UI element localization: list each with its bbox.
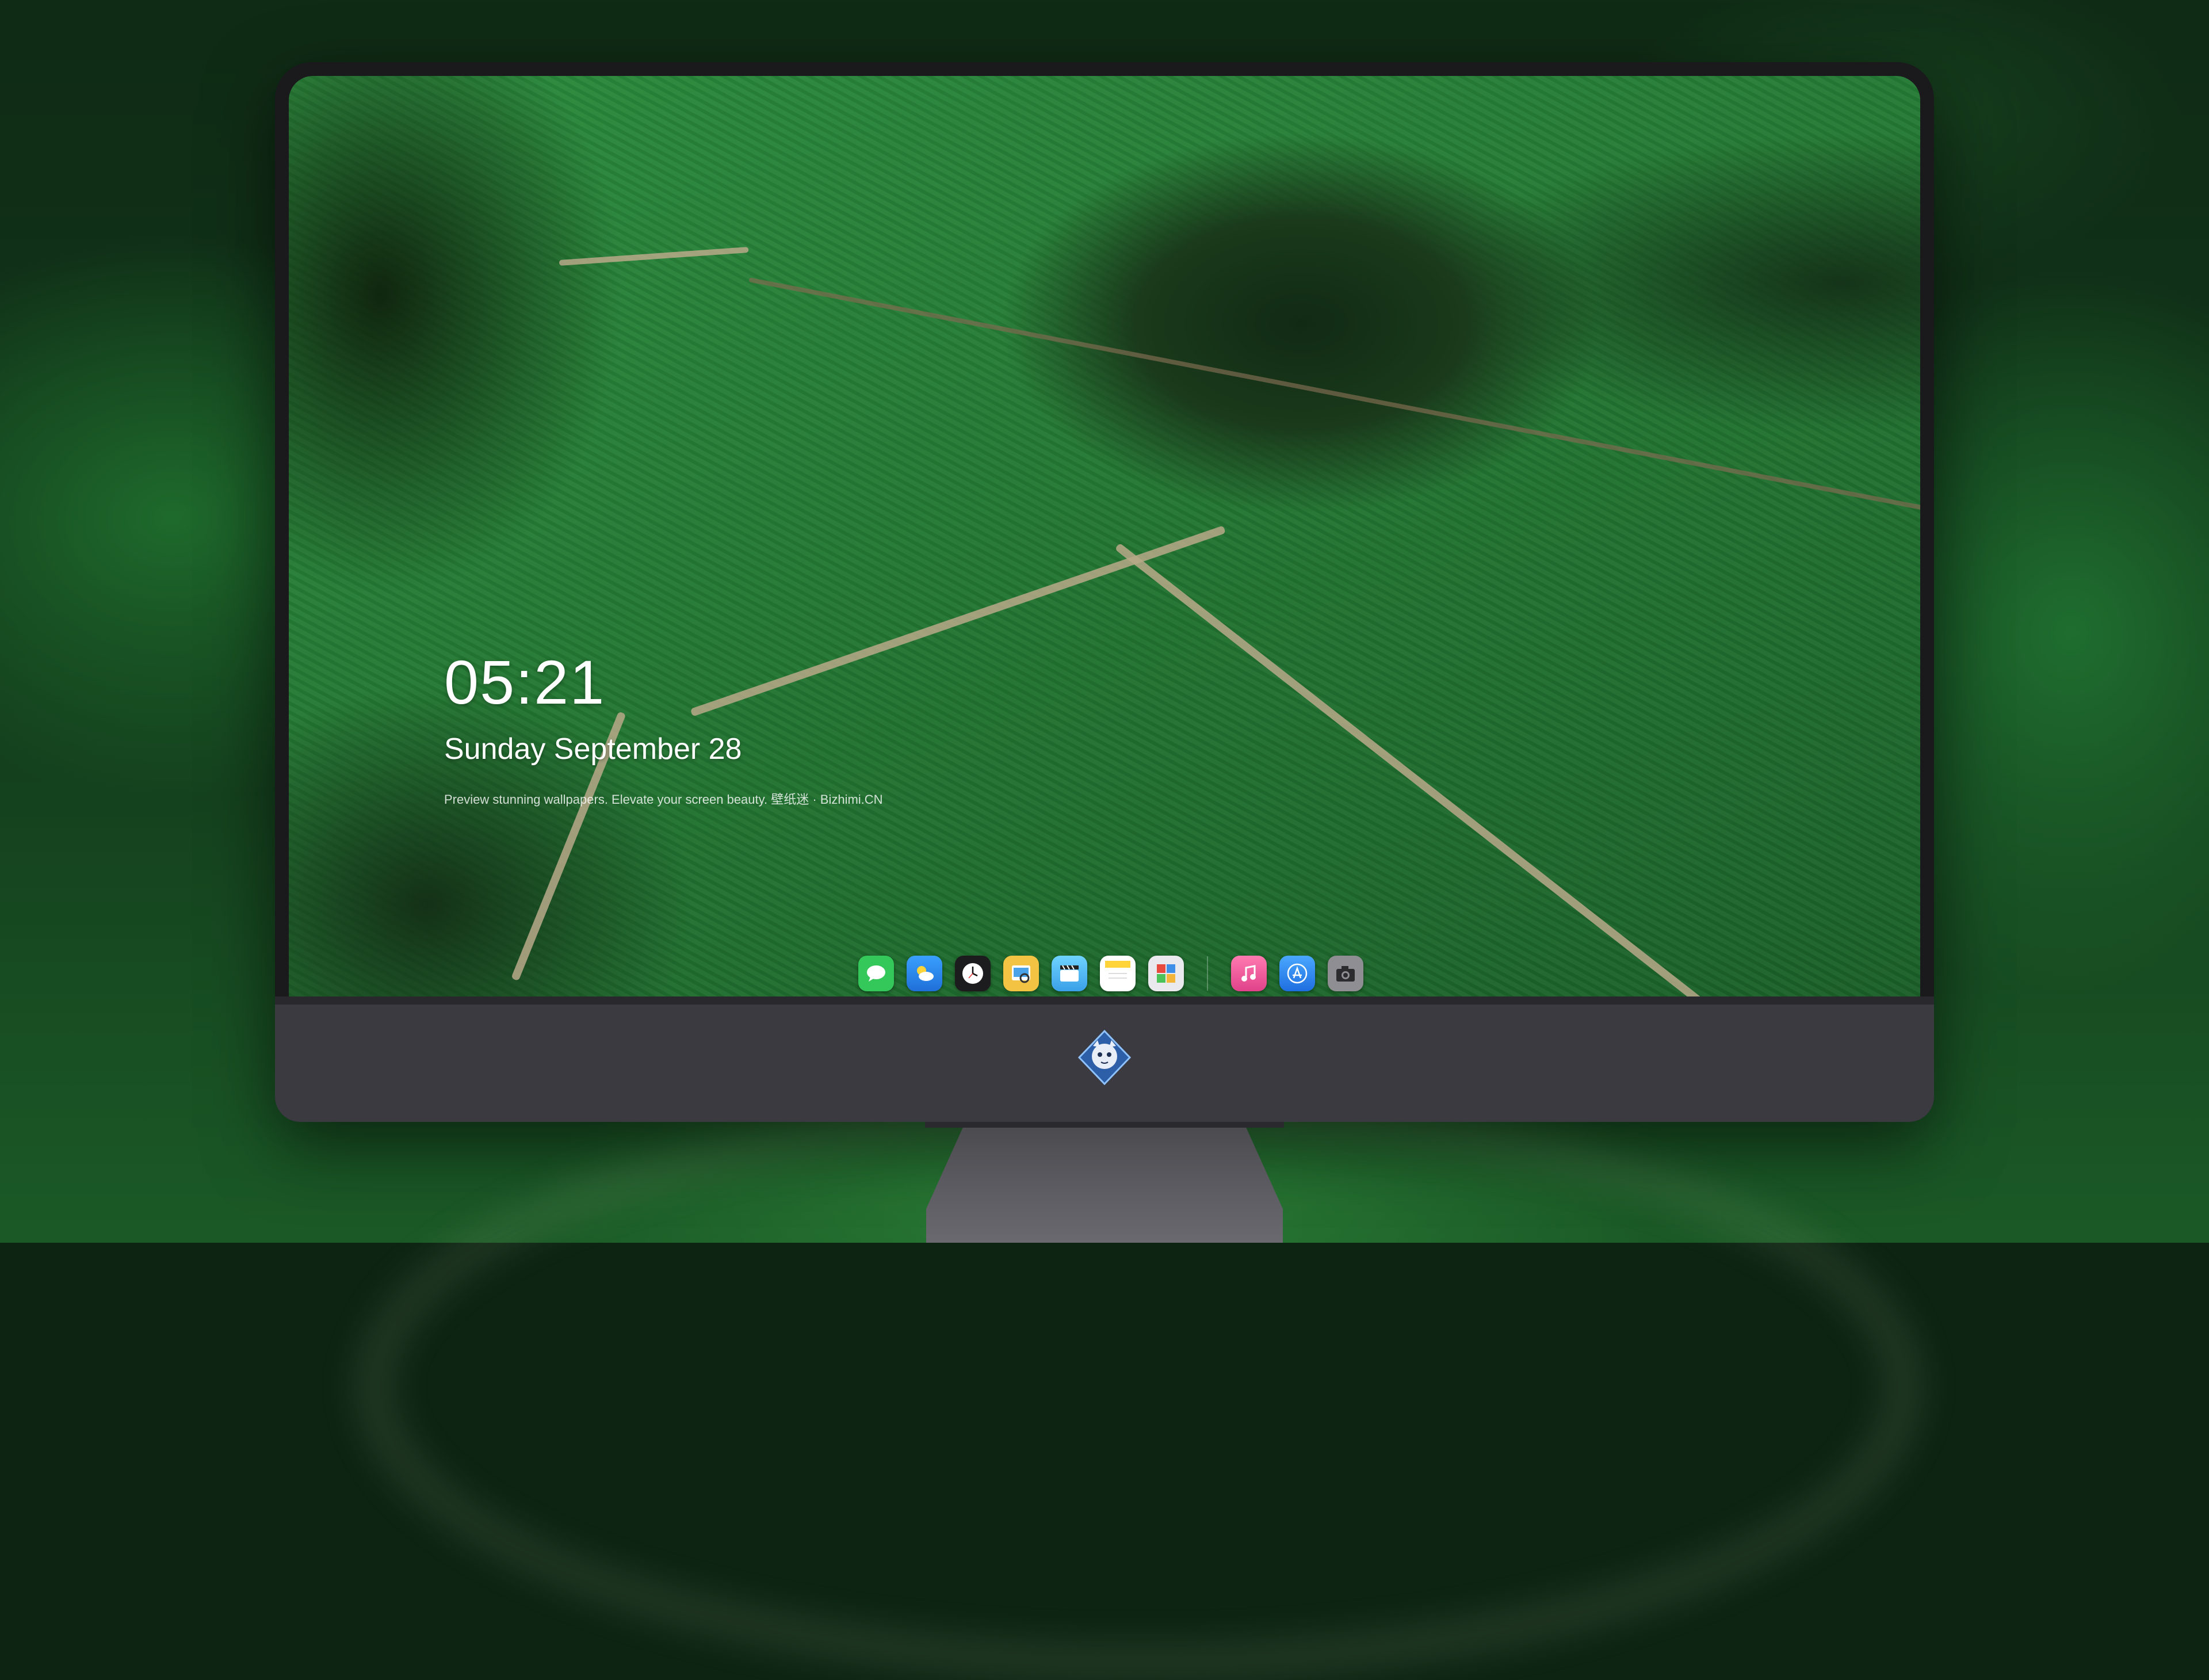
monitor-stand: [926, 1122, 1283, 1243]
music-icon[interactable]: [1231, 956, 1267, 991]
notes-icon[interactable]: [1100, 956, 1136, 991]
wallpaper-caption: Preview stunning wallpapers. Elevate you…: [444, 792, 883, 807]
preview-icon[interactable]: [1003, 956, 1039, 991]
boardwalk-path: [559, 246, 749, 266]
monitor-stand-neck: [925, 1122, 1284, 1128]
clips-icon[interactable]: [1052, 956, 1087, 991]
weather-icon[interactable]: [907, 956, 942, 991]
camera-icon[interactable]: [1328, 956, 1363, 991]
dirt-road: [748, 277, 1920, 534]
dock-separator: [1207, 956, 1208, 991]
imac-monitor: 05:21 Sunday September 28 Preview stunni…: [275, 62, 1934, 1122]
monitor-bezel-bottom: [275, 996, 1934, 1005]
app-store-icon[interactable]: [1279, 956, 1315, 991]
boardwalk-path: [1114, 543, 1709, 996]
lock-screen-date: Sunday September 28: [444, 732, 742, 766]
lock-screen-time: 05:21: [444, 647, 606, 717]
photo-booth-icon[interactable]: [1148, 956, 1184, 991]
lock-screen-info: 05:21 Sunday September 28 Preview stunni…: [444, 651, 883, 808]
dock: [847, 945, 1375, 996]
mascot-logo-icon: [1076, 1029, 1133, 1086]
messages-icon[interactable]: [858, 956, 894, 991]
screen-wallpaper: 05:21 Sunday September 28 Preview stunni…: [289, 76, 1920, 996]
clock-icon[interactable]: [955, 956, 991, 991]
